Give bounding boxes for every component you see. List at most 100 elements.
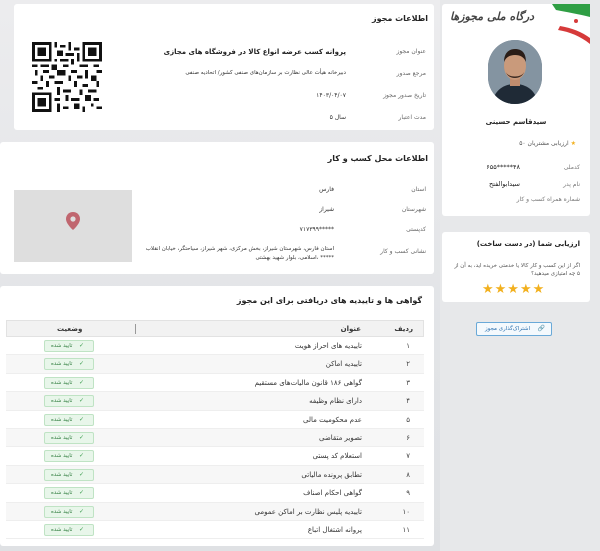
row-title: تاییدیه های احراز هویت — [294, 342, 362, 350]
share-license-button[interactable]: اشتراک‌گذاری مجوز 🔗 — [476, 322, 552, 336]
business-value-province: فارس — [319, 186, 334, 193]
verified-badge: تایید شده ✓ — [44, 523, 94, 536]
table-row: ۳ گواهی ۱۸۶ قانون مالیات‌های مستقیم تایید … — [6, 374, 424, 393]
business-label-province: استان — [411, 186, 426, 193]
license-title: اطلاعات مجوز — [372, 14, 428, 23]
table-row: ۴ دارای نظام وظیفه تایید شده ✓ — [6, 392, 424, 411]
header-num: ردیف — [394, 325, 413, 333]
table-row: ۲ تاییدیه اماکن تایید شده ✓ — [6, 355, 424, 374]
license-value-date: ۱۴۰۳/۰۴/۰۷ — [316, 92, 346, 99]
row-num: ۲ — [406, 360, 410, 369]
check-icon: ✓ — [79, 452, 85, 460]
your-rating-card: ارزیابی شما (در دست ساخت) اگر از این کسب… — [442, 232, 590, 302]
verified-badge: تایید شده ✓ — [44, 376, 94, 389]
verified-badge: تایید شده ✓ — [44, 431, 94, 444]
business-value-address-line2: اسلامی، بلوار شهید بهشتی، ***** — [255, 255, 334, 261]
certificates-title: گواهی ها و تاییدیه های دریافتی برای این … — [236, 296, 422, 305]
check-icon: ✓ — [79, 507, 85, 515]
license-label-validity: مدت اعتبار — [398, 114, 426, 121]
row-title: پروانه اشتغال اتباع — [307, 525, 362, 534]
row-num: ۶ — [406, 433, 410, 442]
row-title: گواهی احکام اصناف — [303, 489, 362, 498]
license-value-validity: ۵ سال — [329, 114, 346, 121]
row-num: ۴ — [406, 397, 410, 406]
table-row: ۱۱ پروانه اشتغال اتباع تایید شده ✓ — [6, 521, 424, 540]
table-body: ۱ تاییدیه های احراز هویت تایید شده ✓ ۲ تاییدی… — [6, 337, 424, 540]
check-icon: ✓ — [79, 433, 85, 441]
profile-label-national-id: کدملی — [563, 164, 580, 171]
table-row: ۸ تطابق پرونده مالیاتی تایید شده ✓ — [6, 465, 424, 485]
table-row: ۷ استعلام کد پستی تایید شده ✓ — [6, 447, 424, 466]
rate-title: ارزیابی شما (در دست ساخت) — [476, 240, 580, 248]
link-icon: 🔗 — [537, 325, 545, 332]
table-row: ۹ گواهی احکام اصناف تایید شده ✓ — [6, 484, 424, 503]
header-status: وضعیت — [57, 325, 83, 333]
iran-flag-icon — [548, 4, 590, 44]
license-label-issuer: مرجع صدور — [396, 70, 426, 77]
table-header: ردیف عنوان وضعیت — [6, 320, 424, 337]
table-row: ۶ تصویر متقاضی تایید شده ✓ — [6, 428, 424, 448]
row-num: ۹ — [406, 489, 410, 498]
certificates-table: ردیف عنوان وضعیت ۱ تاییدیه های احراز هویت… — [6, 320, 424, 540]
business-location-card: اطلاعات محل کسب و کار استان فارس شهرستان… — [0, 142, 434, 274]
verified-badge: تایید شده ✓ — [44, 413, 94, 426]
profile-label-father: نام پدر — [563, 181, 580, 188]
row-num: ۱ — [406, 342, 410, 350]
business-value-city: شیراز — [319, 206, 334, 213]
badge-text: تایید شده — [51, 526, 73, 533]
table-row: ۱ تاییدیه های احراز هویت تایید شده ✓ — [6, 337, 424, 356]
table-row: ۵ عدم محکومیت مالی تایید شده ✓ — [6, 411, 424, 429]
certificates-card: گواهی ها و تاییدیه های دریافتی برای این … — [0, 286, 434, 546]
rating-label: ارزیابی مشتریان ۵۰ — [519, 140, 569, 147]
license-label-date: تاریخ صدور مجوز — [383, 92, 426, 99]
verified-badge: تایید شده ✓ — [44, 487, 94, 500]
brand-logo: درگاه ملی مجوزها — [450, 10, 535, 23]
check-icon: ✓ — [79, 470, 85, 478]
customer-rating: ارزیابی مشتریان ۵۰ ★ — [519, 140, 576, 147]
business-label-city: شهرستان — [401, 206, 426, 213]
row-title: گواهی ۱۸۶ قانون مالیات‌های مستقیم — [254, 378, 362, 387]
row-num: ۱۰ — [402, 507, 410, 516]
row-title: دارای نظام وظیفه — [309, 397, 362, 406]
business-label-postal: کدپستی — [406, 226, 426, 233]
qr-code-icon — [32, 42, 102, 112]
header-title: عنوان — [340, 325, 361, 333]
badge-text: تایید شده — [51, 416, 73, 423]
map-pin-icon — [66, 212, 80, 230]
business-value-postal: ۷۱۷۳۹۹***** — [299, 226, 334, 233]
badge-text: تایید شده — [51, 343, 73, 349]
table-row: ۱۰ تاییدیه پلیس نظارت بر اماکن عمومی تایید… — [6, 502, 424, 521]
verified-badge: تایید شده ✓ — [44, 468, 94, 481]
license-value-issuer: دبیرخانه هیأت عالی نظارت بر سازمان‌های ص… — [185, 70, 346, 76]
badge-text: تایید شده — [51, 361, 73, 368]
badge-text: تایید شده — [51, 471, 73, 478]
business-label-address: نشانی کسب و کار — [380, 248, 426, 255]
badge-text: تایید شده — [51, 398, 73, 405]
profile-value-national-id: ۶۵۵*****۴۸ — [486, 163, 520, 171]
badge-text: تایید شده — [51, 490, 73, 497]
profile-card: درگاه ملی مجوزها سیدقاسم حسینی ارزیابی م… — [442, 4, 590, 216]
badge-text: تایید شده — [51, 379, 73, 386]
person-photo-icon — [488, 40, 542, 104]
share-label: اشتراک‌گذاری مجوز — [485, 326, 531, 332]
license-label-title: عنوان مجوز — [396, 48, 426, 55]
license-value-title: پروانه کسب عرضه انواع کالا در فروشگاه ها… — [163, 48, 346, 56]
row-num: ۳ — [406, 378, 410, 387]
check-icon: ✓ — [79, 378, 85, 386]
row-title: تصویر متقاضی — [319, 433, 362, 442]
rate-question: اگر از این کسب و کار کالا یا خدمتی خریده… — [454, 263, 580, 277]
row-num: ۱۱ — [402, 525, 410, 534]
row-title: عدم محکومیت مالی — [303, 415, 362, 424]
badge-text: تایید شده — [51, 508, 73, 515]
map[interactable] — [14, 190, 132, 262]
profile-name: سیدقاسم حسینی — [485, 118, 547, 126]
row-num: ۷ — [406, 452, 410, 461]
business-value-address: استان فارس، شهرستان شیراز، بخش مرکزی، شه… — [145, 246, 334, 252]
star-rating-input[interactable]: ★★★★★ — [482, 282, 545, 297]
badge-text: تایید شده — [51, 434, 73, 441]
row-title: تاییدیه پلیس نظارت بر اماکن عمومی — [254, 507, 362, 516]
profile-value-father: سیدابوالفتح — [488, 180, 520, 188]
verified-badge: تایید شده ✓ — [44, 340, 94, 352]
badge-text: تایید شده — [51, 453, 73, 460]
row-title: تطابق پرونده مالیاتی — [301, 470, 362, 479]
